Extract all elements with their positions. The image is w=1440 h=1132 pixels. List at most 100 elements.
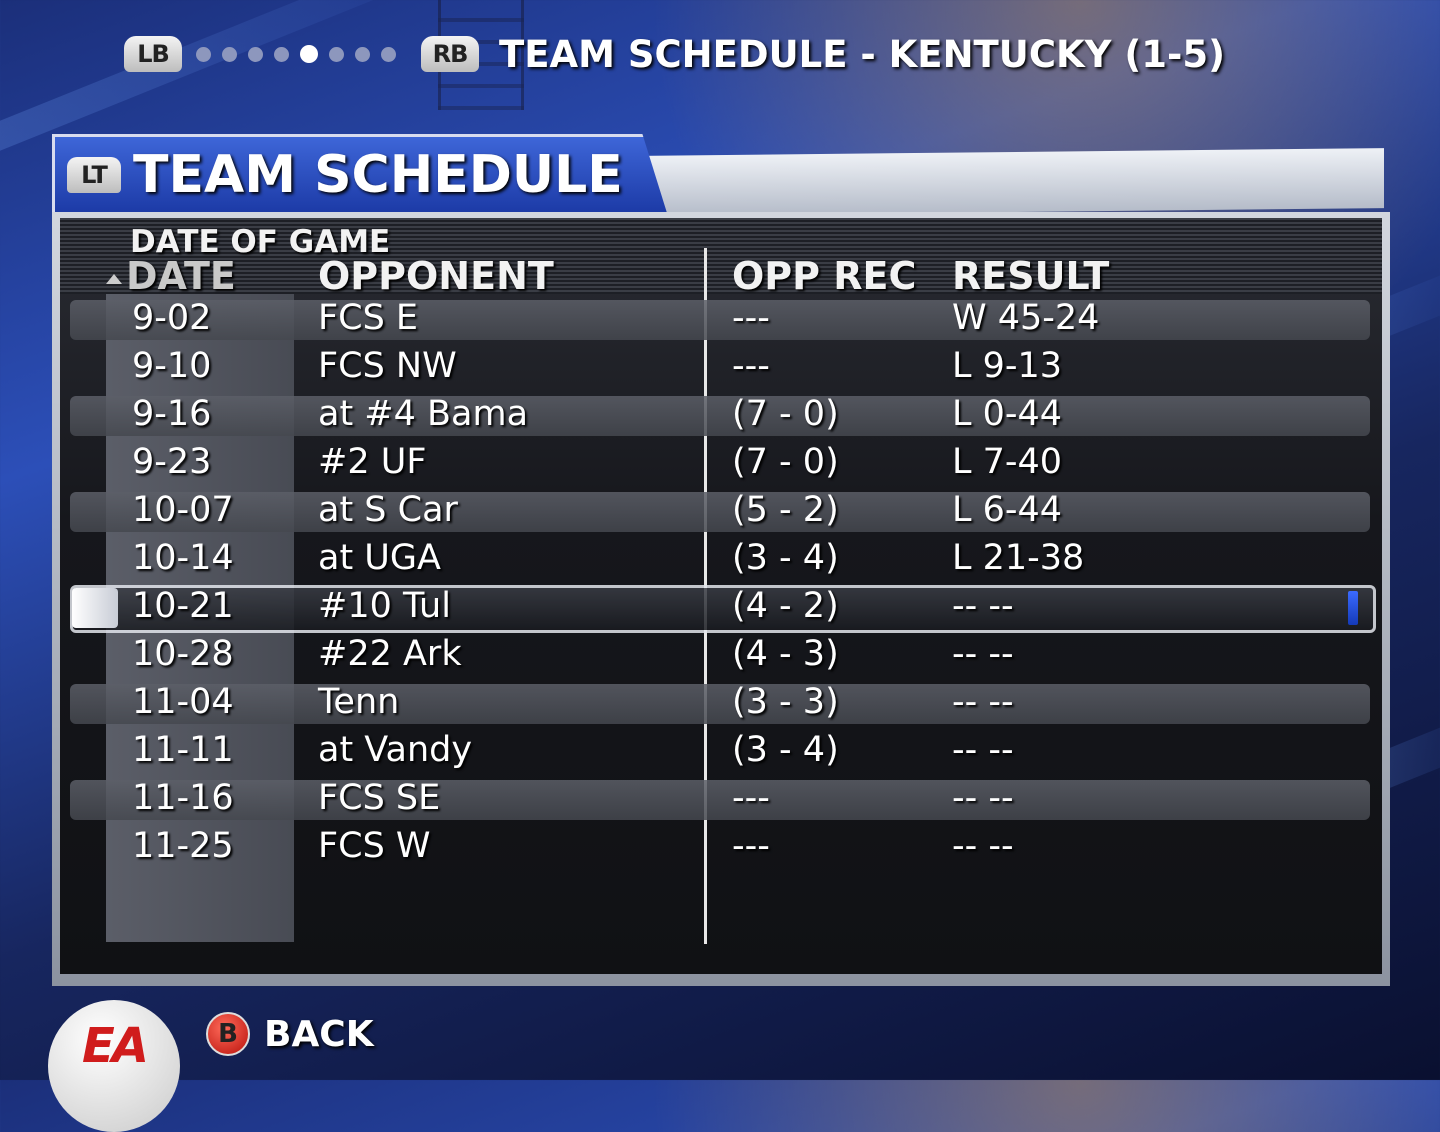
schedule-table: DATE OF GAME DATE OPPONENT OPP REC RESUL… [60, 218, 1382, 974]
table-row[interactable]: 11-16 FCS SE --- -- -- [70, 776, 1370, 824]
row-background [70, 348, 1370, 388]
cell-date: 10-21 [132, 586, 234, 626]
cell-opp-rec: (7 - 0) [732, 394, 839, 434]
rb-bumper-icon[interactable]: RB [421, 36, 479, 72]
table-row[interactable]: 11-11 at Vandy (3 - 4) -- -- [70, 728, 1370, 776]
lt-trigger-icon[interactable]: LT [67, 157, 121, 193]
page-dot [274, 46, 289, 62]
cell-opp-rec: (7 - 0) [732, 442, 839, 482]
schedule-rows: 9-02 FCS E --- W 45-24 9-10 FCS NW --- L 9-13 9-… [70, 296, 1376, 872]
cell-result: L 6-44 [952, 490, 1063, 530]
cell-result: L 0-44 [952, 394, 1063, 434]
lb-bumper-icon[interactable]: LB [124, 36, 182, 72]
table-row[interactable]: 9-23 #2 UF (7 - 0) L 7-40 [70, 440, 1370, 488]
panel-title: TEAM SCHEDULE [133, 145, 623, 205]
column-header-opp-rec[interactable]: OPP REC [732, 254, 916, 298]
cell-opponent: FCS W [318, 826, 431, 866]
table-row[interactable]: 9-16 at #4 Bama (7 - 0) L 0-44 [70, 392, 1370, 440]
table-row[interactable]: 11-25 FCS W --- -- -- [70, 824, 1370, 872]
cell-date: 9-16 [132, 394, 212, 434]
cell-result: -- -- [952, 778, 1014, 818]
cell-opponent: at #4 Bama [318, 394, 529, 434]
cell-opp-rec: (5 - 2) [732, 490, 839, 530]
cell-date: 11-25 [132, 826, 234, 866]
row-background [70, 540, 1370, 580]
cell-date: 10-14 [132, 538, 234, 578]
cell-opp-rec: --- [732, 778, 770, 818]
table-row[interactable]: 10-14 at UGA (3 - 4) L 21-38 [70, 536, 1370, 584]
page-dot-active [300, 45, 318, 63]
cell-date: 11-16 [132, 778, 234, 818]
column-header-date-label: DATE [126, 254, 236, 298]
table-row[interactable]: 9-02 FCS E --- W 45-24 [70, 296, 1370, 344]
cell-date: 10-07 [132, 490, 234, 530]
cell-result: -- -- [952, 634, 1014, 674]
cell-result: L 21-38 [952, 538, 1085, 578]
row-background [70, 396, 1370, 436]
cell-date: 11-04 [132, 682, 234, 722]
b-button-icon: B [206, 1012, 250, 1056]
cell-opp-rec: (3 - 3) [732, 682, 839, 722]
page-dot [355, 46, 370, 62]
selection-cap [72, 588, 118, 628]
row-background [70, 492, 1370, 532]
screen-title: TEAM SCHEDULE - KENTUCKY (1-5) [499, 32, 1225, 76]
table-row[interactable]: 11-04 Tenn (3 - 3) -- -- [70, 680, 1370, 728]
page-dot [196, 46, 211, 62]
cell-date: 9-10 [132, 346, 212, 386]
top-navigation-bar: LB RB TEAM SCHEDULE - KENTUCKY (1-5) [124, 32, 1225, 76]
table-row[interactable]: 10-28 #22 Ark (4 - 3) -- -- [70, 632, 1370, 680]
cell-date: 10-28 [132, 634, 234, 674]
row-background [70, 780, 1370, 820]
column-header-result[interactable]: RESULT [952, 254, 1109, 298]
cell-opponent: at Vandy [318, 730, 473, 770]
row-background [70, 732, 1370, 772]
cell-result: L 9-13 [952, 346, 1063, 386]
schedule-panel: DATE OF GAME DATE OPPONENT OPP REC RESUL… [52, 212, 1390, 986]
cell-opponent: #10 Tul [318, 586, 451, 626]
panel-tab: LT TEAM SCHEDULE [52, 134, 667, 213]
row-background [70, 636, 1370, 676]
cell-result: W 45-24 [952, 298, 1100, 338]
ea-sports-logo: EA [48, 1000, 180, 1132]
cell-opp-rec: (4 - 2) [732, 586, 839, 626]
cell-result: L 7-40 [952, 442, 1063, 482]
table-row[interactable]: 10-07 at S Car (5 - 2) L 6-44 [70, 488, 1370, 536]
back-label: BACK [264, 1013, 374, 1055]
cell-opponent: Tenn [318, 682, 400, 722]
cell-date: 11-11 [132, 730, 234, 770]
cell-opp-rec: (4 - 3) [732, 634, 839, 674]
cell-opponent: at S Car [318, 490, 458, 530]
row-background [70, 444, 1370, 484]
row-background [70, 684, 1370, 724]
column-header-date[interactable]: DATE [106, 254, 236, 298]
cell-opponent: FCS NW [318, 346, 457, 386]
selection-marker-icon [1348, 591, 1358, 625]
cell-opponent: FCS SE [318, 778, 441, 818]
cell-opp-rec: --- [732, 298, 770, 338]
cell-opponent: FCS E [318, 298, 419, 338]
column-header-opponent[interactable]: OPPONENT [318, 254, 554, 298]
page-dot [329, 46, 344, 62]
page-indicator [196, 45, 407, 63]
panel-header-bar [642, 148, 1384, 216]
row-background [70, 585, 1376, 633]
table-row[interactable]: 9-10 FCS NW --- L 9-13 [70, 344, 1370, 392]
sort-ascending-icon [106, 273, 122, 284]
cell-result: -- -- [952, 826, 1014, 866]
cell-result: -- -- [952, 682, 1014, 722]
page-dot [222, 46, 237, 62]
row-background [70, 300, 1370, 340]
cell-opp-rec: (3 - 4) [732, 538, 839, 578]
row-background [70, 828, 1370, 868]
cell-result: -- -- [952, 730, 1014, 770]
cell-result: -- -- [952, 586, 1014, 626]
back-button[interactable]: B BACK [206, 1012, 374, 1056]
panel-header: LT TEAM SCHEDULE [52, 134, 1390, 216]
cell-opponent: at UGA [318, 538, 441, 578]
cell-opponent: #2 UF [318, 442, 427, 482]
ea-logo-text: EA [82, 1018, 149, 1074]
cell-opp-rec: --- [732, 826, 770, 866]
page-dot [248, 46, 263, 62]
table-row-selected[interactable]: 10-21 #10 Tul (4 - 2) -- -- [70, 584, 1376, 633]
